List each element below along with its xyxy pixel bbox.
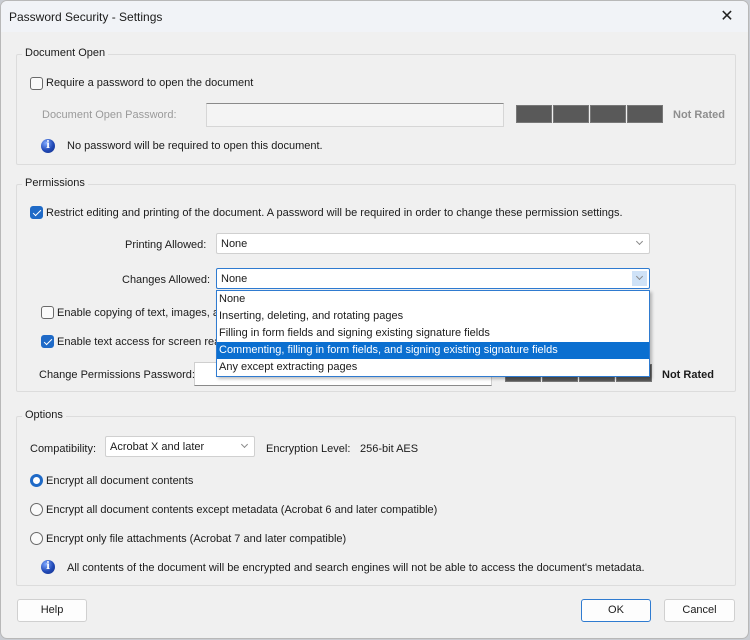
ok-button[interactable]: OK [581,599,651,622]
info-icon: i [41,560,55,574]
encrypt-attachments-radio[interactable] [30,532,43,545]
permissions-group-label: Permissions [22,177,88,189]
encrypt-all-radio[interactable] [30,474,43,487]
compatibility-select[interactable]: Acrobat X and later [105,436,255,457]
window-title: Password Security - Settings [9,10,163,24]
encrypt-all-label[interactable]: Encrypt all document contents [46,475,193,487]
encrypt-attachments-label[interactable]: Encrypt only file attachments (Acrobat 7… [46,533,346,545]
document-open-group-label: Document Open [22,47,109,59]
options-info-text: All contents of the document will be enc… [67,562,645,574]
changes-allowed-label: Changes Allowed: [122,274,211,286]
cancel-button[interactable]: Cancel [664,599,735,622]
restrict-editing-checkbox[interactable] [30,206,43,219]
change-permissions-password-label: Change Permissions Password: [39,369,195,381]
document-open-strength-meter [516,105,663,123]
title-bar: Password Security - Settings ✕ [1,1,748,32]
encryption-level-label: Encryption Level: [266,443,351,455]
strength-segment [516,105,552,123]
options-group-label: Options [22,409,66,421]
enable-screen-reader-checkbox[interactable] [41,335,54,348]
dropdown-option[interactable]: Filling in form fields and signing exist… [217,325,649,342]
enable-copying-label[interactable]: Enable copying of text, images, and [57,307,231,319]
strength-segment [627,105,663,123]
password-security-dialog: Password Security - Settings ✕ Document … [0,0,749,639]
strength-segment [590,105,626,123]
chevron-down-icon[interactable] [632,236,647,251]
chevron-down-icon[interactable] [632,271,647,286]
document-open-info-text: No password will be required to open thi… [67,140,323,152]
restrict-editing-label[interactable]: Restrict editing and printing of the doc… [46,207,623,219]
changes-allowed-value: None [221,273,248,285]
require-password-checkbox[interactable] [30,77,43,90]
printing-allowed-select[interactable]: None [216,233,650,254]
document-open-password-field[interactable] [206,103,504,127]
enable-copying-checkbox[interactable] [41,306,54,319]
dropdown-option[interactable]: Inserting, deleting, and rotating pages [217,308,649,325]
changes-allowed-select[interactable]: None [216,268,650,289]
close-icon[interactable]: ✕ [716,6,738,28]
encrypt-except-metadata-radio[interactable] [30,503,43,516]
printing-allowed-value: None [221,238,248,250]
info-icon: i [41,139,55,153]
encrypt-except-metadata-label[interactable]: Encrypt all document contents except met… [46,504,437,516]
strength-segment [553,105,589,123]
changes-allowed-dropdown-list: None Inserting, deleting, and rotating p… [216,290,650,377]
permissions-strength-rating: Not Rated [662,369,714,381]
dropdown-option[interactable]: Any except extracting pages [217,359,649,376]
document-open-strength-rating: Not Rated [673,109,725,121]
dropdown-option-highlighted[interactable]: Commenting, filling in form fields, and … [217,342,649,359]
enable-screen-reader-label[interactable]: Enable text access for screen reader [57,336,236,348]
help-button[interactable]: Help [17,599,87,622]
compatibility-value: Acrobat X and later [110,441,205,453]
document-open-password-label: Document Open Password: [42,109,177,121]
chevron-down-icon[interactable] [237,439,252,454]
encryption-level-value: 256-bit AES [360,443,419,455]
dropdown-option[interactable]: None [217,291,649,308]
compatibility-label: Compatibility: [30,443,97,455]
require-password-label[interactable]: Require a password to open the document [46,77,253,89]
printing-allowed-label: Printing Allowed: [125,239,207,251]
